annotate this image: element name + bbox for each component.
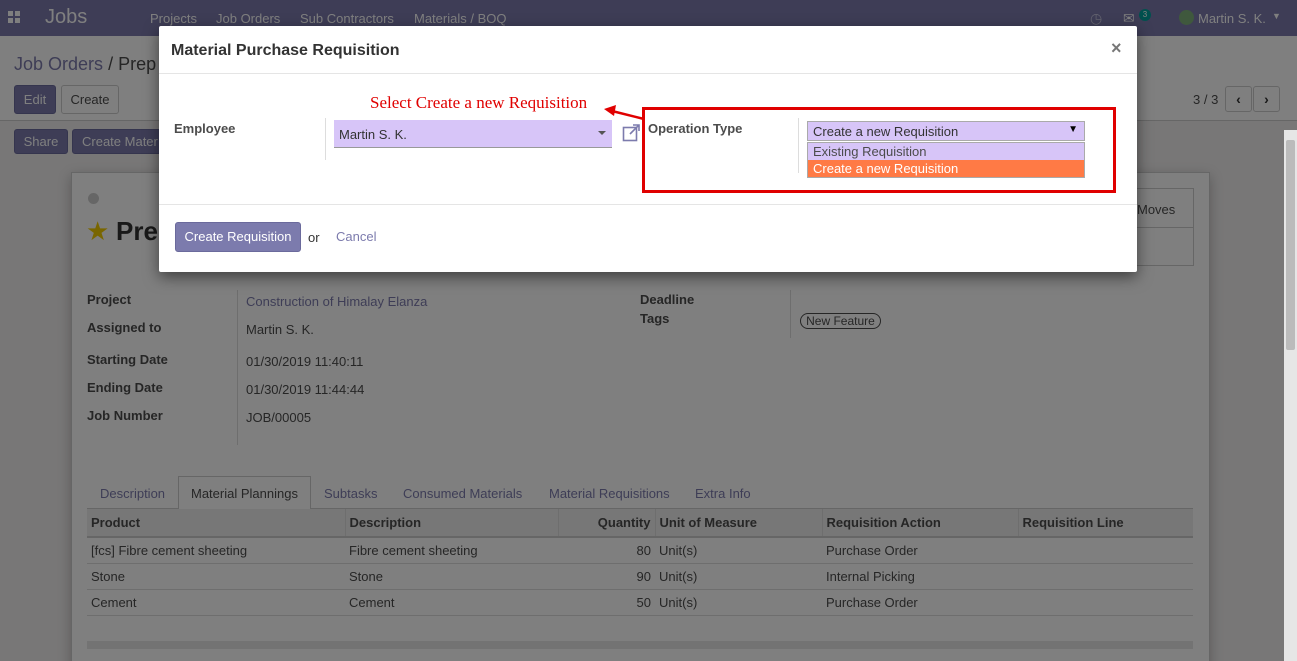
cancel-link[interactable]: Cancel xyxy=(336,229,376,244)
employee-select[interactable]: Martin S. K. xyxy=(334,120,612,148)
employee-label: Employee xyxy=(174,121,236,136)
close-icon[interactable]: × xyxy=(1111,38,1122,59)
or-text: or xyxy=(308,230,320,245)
create-requisition-button[interactable]: Create Requisition xyxy=(175,222,301,252)
dialog-footer: Create Requisition or Cancel xyxy=(159,204,1137,272)
dialog-title: Material Purchase Requisition xyxy=(171,42,400,59)
scrollbar-thumb[interactable] xyxy=(1286,140,1295,350)
field-divider xyxy=(325,118,326,160)
annotation-highlight-box xyxy=(642,107,1116,193)
annotation-text: Select Create a new Requisition xyxy=(370,93,588,112)
chevron-down-icon[interactable] xyxy=(598,131,606,135)
external-link-icon[interactable] xyxy=(622,124,642,142)
dialog-header: Material Purchase Requisition × xyxy=(159,26,1137,74)
employee-value: Martin S. K. xyxy=(339,127,407,142)
page-scrollbar[interactable] xyxy=(1284,130,1297,661)
annotation-arrow-icon xyxy=(604,105,645,121)
